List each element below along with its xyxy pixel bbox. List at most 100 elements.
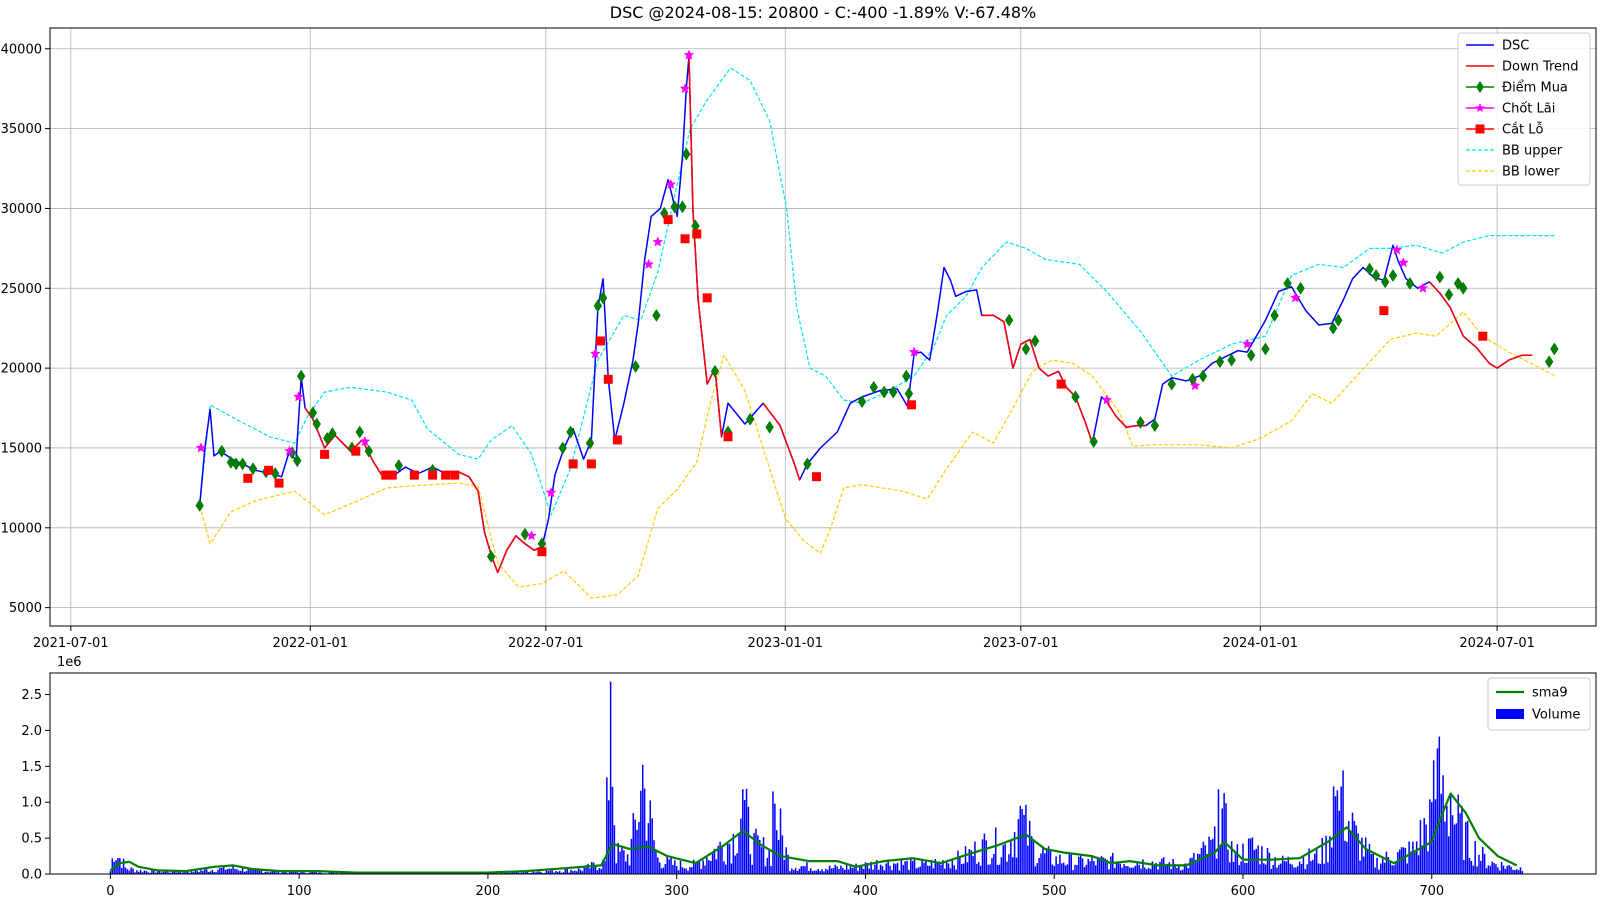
volume-bar [1008,854,1010,874]
volume-bar [1095,865,1097,874]
volume-bar [1317,863,1320,874]
volume-bar [1291,864,1293,874]
volume-bar [674,860,676,874]
volume-bar [672,864,674,874]
volume-bar [217,869,219,874]
volume-bar [574,870,576,874]
stop-loss-marker [428,470,438,480]
volume-bar [1130,867,1133,874]
volume-bar [579,869,582,874]
volume-bar [881,866,884,874]
volume-bar [872,869,874,874]
volume-bar [139,869,142,874]
volume-bar [1385,851,1388,874]
volume-x-tick-label: 0 [106,884,114,899]
stop-loss-marker [1478,331,1488,341]
volume-bar [649,800,652,874]
volume-bar [994,827,997,874]
volume-bar [700,869,702,874]
legend-label: BB lower [1502,165,1560,180]
volume-bar [1042,847,1044,874]
volume-bar [1506,865,1509,874]
volume-bar [679,860,682,874]
volume-bar [1272,864,1274,874]
volume-bar [711,851,714,874]
volume-bar [1147,867,1150,874]
volume-bar [1064,865,1067,874]
volume-bar [1236,844,1239,874]
price-x-tick-label: 2024-01-01 [1222,636,1298,651]
volume-bar [1378,869,1380,874]
volume-x-ticks: 0 100 200 300 400 500 600 700 [106,874,1444,899]
volume-bar [675,866,678,874]
volume-bar [1517,870,1520,874]
volume-bar [1091,856,1093,874]
volume-bar [615,863,618,874]
volume-bar [1229,862,1231,874]
volume-bar [1323,863,1325,874]
volume-bar [1249,838,1252,874]
price-y-ticks: 5000 10000 15000 20000 25000 30000 35000 40000 [1,42,50,616]
volume-bar [840,865,842,874]
price-x-tick-label: 2023-07-01 [983,636,1059,651]
volume-bar [1449,795,1452,874]
volume-bar [704,865,706,874]
volume-bar [624,861,627,874]
stop-loss-marker [663,215,673,225]
volume-bar [728,843,731,874]
volume-bar [592,862,595,874]
volume-bar [1402,847,1405,874]
volume-bar [626,854,629,874]
volume-bar [1465,822,1467,874]
volume-bar [725,864,727,874]
volume-bar [634,819,636,874]
volume-bar [877,869,880,874]
volume-bar [904,861,906,874]
volume-bar [885,863,887,874]
volume-bar [1472,865,1475,874]
volume-bar [745,788,748,874]
volume-bar [1451,815,1454,874]
volume-bar [766,857,769,874]
volume-bar [772,791,774,874]
volume-bar [124,867,127,874]
volume-bar [1045,849,1048,874]
volume-bar [564,868,567,874]
volume-bar [910,858,912,874]
volume-bar [862,868,865,874]
volume-bar [1302,857,1305,874]
volume-bar [755,828,757,874]
volume-bar [868,868,870,874]
volume-bar [1342,770,1344,874]
volume-bar [779,808,782,874]
volume-bar [221,867,223,874]
volume-chart: 0 100 200 300 400 500 600 700 0.0 0.5 1.0 1.5 2.0 2.… [21,655,1597,899]
volume-bar [698,861,701,874]
volume-bar [1253,850,1256,874]
price-x-tick-label: 2024-07-01 [1459,636,1535,651]
volume-bar [211,869,214,874]
volume-bar [1032,839,1035,874]
volume-bar [143,870,146,874]
volume-bar [1468,858,1471,874]
volume-bar [1134,865,1137,874]
volume-bar [936,862,938,874]
volume-bar [234,868,236,874]
volume-bar [1113,868,1116,874]
volume-x-tick-label: 700 [1419,884,1444,899]
volume-bar [621,847,623,874]
volume-bar [894,864,897,874]
volume-bar [683,868,686,874]
volume-bar [662,867,665,874]
volume-y-ticks: 0.0 0.5 1.0 1.5 2.0 2.5 [21,688,50,883]
volume-bar [702,860,704,874]
volume-bar [1181,869,1184,874]
volume-bar [617,842,619,874]
volume-bar [1368,843,1371,874]
volume-bar [1391,865,1393,874]
volume-bar [874,864,876,874]
volume-bar [983,833,986,874]
volume-bar [1138,864,1140,874]
volume-bar [657,857,659,874]
volume-bar [1440,793,1442,874]
